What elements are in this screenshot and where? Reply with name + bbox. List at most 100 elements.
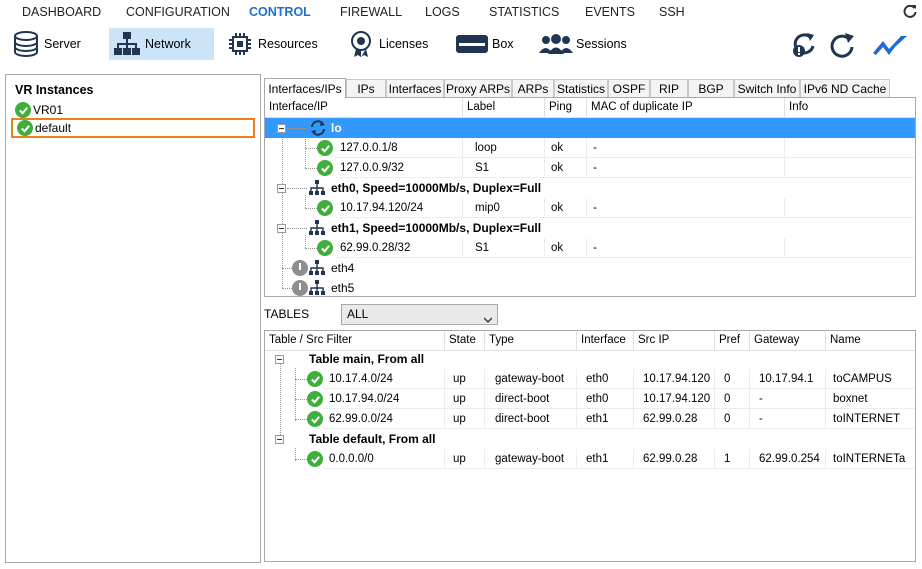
- collapse-toggle[interactable]: [277, 184, 286, 193]
- vr-item-vr01[interactable]: VR01: [11, 100, 255, 120]
- ip-row[interactable]: 127.0.0.9/32 S1 ok -: [265, 158, 915, 178]
- col-interface[interactable]: Interface: [577, 331, 634, 351]
- toolbar: Server Network Resources Licenses Box Se…: [0, 25, 922, 65]
- interface-row-eth0[interactable]: eth0, Speed=10000Mb/s, Duplex=Full: [265, 178, 915, 198]
- ip-row[interactable]: 62.99.0.28/32 S1 ok -: [265, 238, 915, 258]
- network-icon: [309, 260, 325, 279]
- cpu-icon: [222, 28, 258, 60]
- server-button[interactable]: Server: [8, 28, 89, 60]
- ok-check-icon: [317, 240, 333, 256]
- col-ping[interactable]: Ping: [545, 98, 587, 118]
- ip-address: 127.0.0.9/32: [335, 158, 463, 178]
- nav-ssh[interactable]: SSH: [659, 5, 685, 19]
- nav-statistics[interactable]: STATISTICS: [489, 5, 559, 19]
- nav-events[interactable]: EVENTS: [585, 5, 635, 19]
- box-button[interactable]: Box: [452, 28, 522, 60]
- route-name: toINTERNET: [826, 409, 915, 429]
- vr-item-default[interactable]: default: [11, 118, 255, 138]
- col-state[interactable]: State: [445, 331, 485, 351]
- collapse-toggle[interactable]: [275, 435, 284, 444]
- interface-row-eth1[interactable]: eth1, Speed=10000Mb/s, Duplex=Full: [265, 218, 915, 238]
- tab-rip[interactable]: RIP: [650, 79, 688, 97]
- ip-row[interactable]: 127.0.0.1/8 loop ok -: [265, 138, 915, 158]
- interface-row-eth5[interactable]: eth5: [265, 278, 915, 296]
- col-src-ip[interactable]: Src IP: [634, 331, 715, 351]
- ip-mac: -: [587, 138, 785, 158]
- route-row[interactable]: 62.99.0.0/24 up direct-boot eth1 62.99.0…: [265, 409, 915, 429]
- col-table-src-filter[interactable]: Table / Src Filter: [265, 331, 445, 351]
- tab-proxy-arps[interactable]: Proxy ARPs: [444, 79, 512, 97]
- route-interface: eth1: [577, 409, 634, 429]
- tab-switch-info[interactable]: Switch Info: [734, 79, 800, 97]
- ok-check-icon: [317, 200, 333, 216]
- tab-ips[interactable]: IPs: [346, 79, 386, 97]
- tab-ipv6-nd-cache[interactable]: IPv6 ND Cache: [800, 79, 890, 97]
- tree-line: [295, 419, 307, 420]
- chevron-down-icon: [483, 311, 493, 323]
- activity-graph-icon[interactable]: [870, 31, 910, 59]
- table-group-main[interactable]: Table main, From all: [265, 349, 915, 369]
- tab-ospf[interactable]: OSPF: [608, 79, 650, 97]
- collapse-toggle[interactable]: [275, 355, 284, 364]
- nav-control[interactable]: CONTROL: [249, 5, 311, 19]
- nav-configuration[interactable]: CONFIGURATION: [126, 5, 230, 19]
- ip-ping: ok: [545, 238, 587, 258]
- interface-row-lo[interactable]: lo: [265, 118, 915, 138]
- tab-interfaces-ips[interactable]: Interfaces/IPs: [264, 78, 346, 98]
- table-group-default[interactable]: Table default, From all: [265, 429, 915, 449]
- interface-row-eth4[interactable]: eth4: [265, 258, 915, 278]
- tree-line: [295, 379, 307, 380]
- tables-dropdown[interactable]: ALL: [341, 304, 498, 325]
- sync-status-icon[interactable]: [788, 31, 820, 59]
- interfaces-grid: Interface/IP Label Ping MAC of duplicate…: [264, 97, 916, 297]
- col-name[interactable]: Name: [826, 331, 915, 351]
- col-gateway[interactable]: Gateway: [750, 331, 826, 351]
- nav-firewall[interactable]: FIREWALL: [340, 5, 402, 19]
- tree-line: [295, 459, 307, 460]
- network-label: Network: [145, 37, 191, 51]
- col-mac-duplicate[interactable]: MAC of duplicate IP: [587, 98, 785, 118]
- ip-label: S1: [463, 158, 545, 178]
- nav-dashboard[interactable]: DASHBOARD: [22, 5, 101, 19]
- route-destination: 62.99.0.0/24: [323, 409, 445, 429]
- route-gateway: -: [750, 389, 826, 409]
- collapse-toggle[interactable]: [277, 124, 286, 133]
- reload-icon[interactable]: [826, 31, 858, 59]
- route-interface: eth0: [577, 369, 634, 389]
- ip-ping: ok: [545, 158, 587, 178]
- tab-statistics[interactable]: Statistics: [554, 79, 608, 97]
- route-destination: 10.17.94.0/24: [323, 389, 445, 409]
- route-type: gateway-boot: [485, 449, 577, 469]
- refresh-icon[interactable]: [902, 3, 918, 19]
- ok-check-icon: [307, 411, 323, 427]
- route-gateway: -: [750, 409, 826, 429]
- nav-logs[interactable]: LOGS: [425, 5, 460, 19]
- licenses-button[interactable]: Licenses: [343, 28, 436, 60]
- col-info[interactable]: Info: [785, 98, 915, 118]
- route-interface: eth0: [577, 389, 634, 409]
- route-name: toCAMPUS: [826, 369, 915, 389]
- route-row[interactable]: 10.17.94.0/24 up direct-boot eth0 10.17.…: [265, 389, 915, 409]
- collapse-toggle[interactable]: [277, 224, 286, 233]
- ip-row[interactable]: 10.17.94.120/24 mip0 ok -: [265, 198, 915, 218]
- interface-name: eth5: [331, 281, 355, 295]
- col-type[interactable]: Type: [485, 331, 577, 351]
- route-state: up: [445, 389, 485, 409]
- tree-line: [305, 208, 317, 209]
- loopback-icon: [309, 120, 327, 139]
- route-row[interactable]: 10.17.4.0/24 up gateway-boot eth0 10.17.…: [265, 369, 915, 389]
- tab-interfaces[interactable]: Interfaces: [386, 79, 444, 97]
- col-interface-ip[interactable]: Interface/IP: [265, 98, 463, 118]
- route-pref: 0: [715, 409, 750, 429]
- resources-button[interactable]: Resources: [222, 28, 326, 60]
- sessions-button[interactable]: Sessions: [536, 28, 635, 60]
- col-label[interactable]: Label: [463, 98, 545, 118]
- network-icon: [109, 28, 145, 60]
- network-button[interactable]: Network: [109, 28, 214, 60]
- vr-item-label: default: [35, 121, 72, 135]
- interface-name: lo: [331, 121, 342, 135]
- tab-bgp[interactable]: BGP: [688, 79, 734, 97]
- col-pref[interactable]: Pref: [715, 331, 750, 351]
- route-row[interactable]: 0.0.0.0/0 up gateway-boot eth1 62.99.0.2…: [265, 449, 915, 469]
- tab-arps[interactable]: ARPs: [512, 79, 554, 97]
